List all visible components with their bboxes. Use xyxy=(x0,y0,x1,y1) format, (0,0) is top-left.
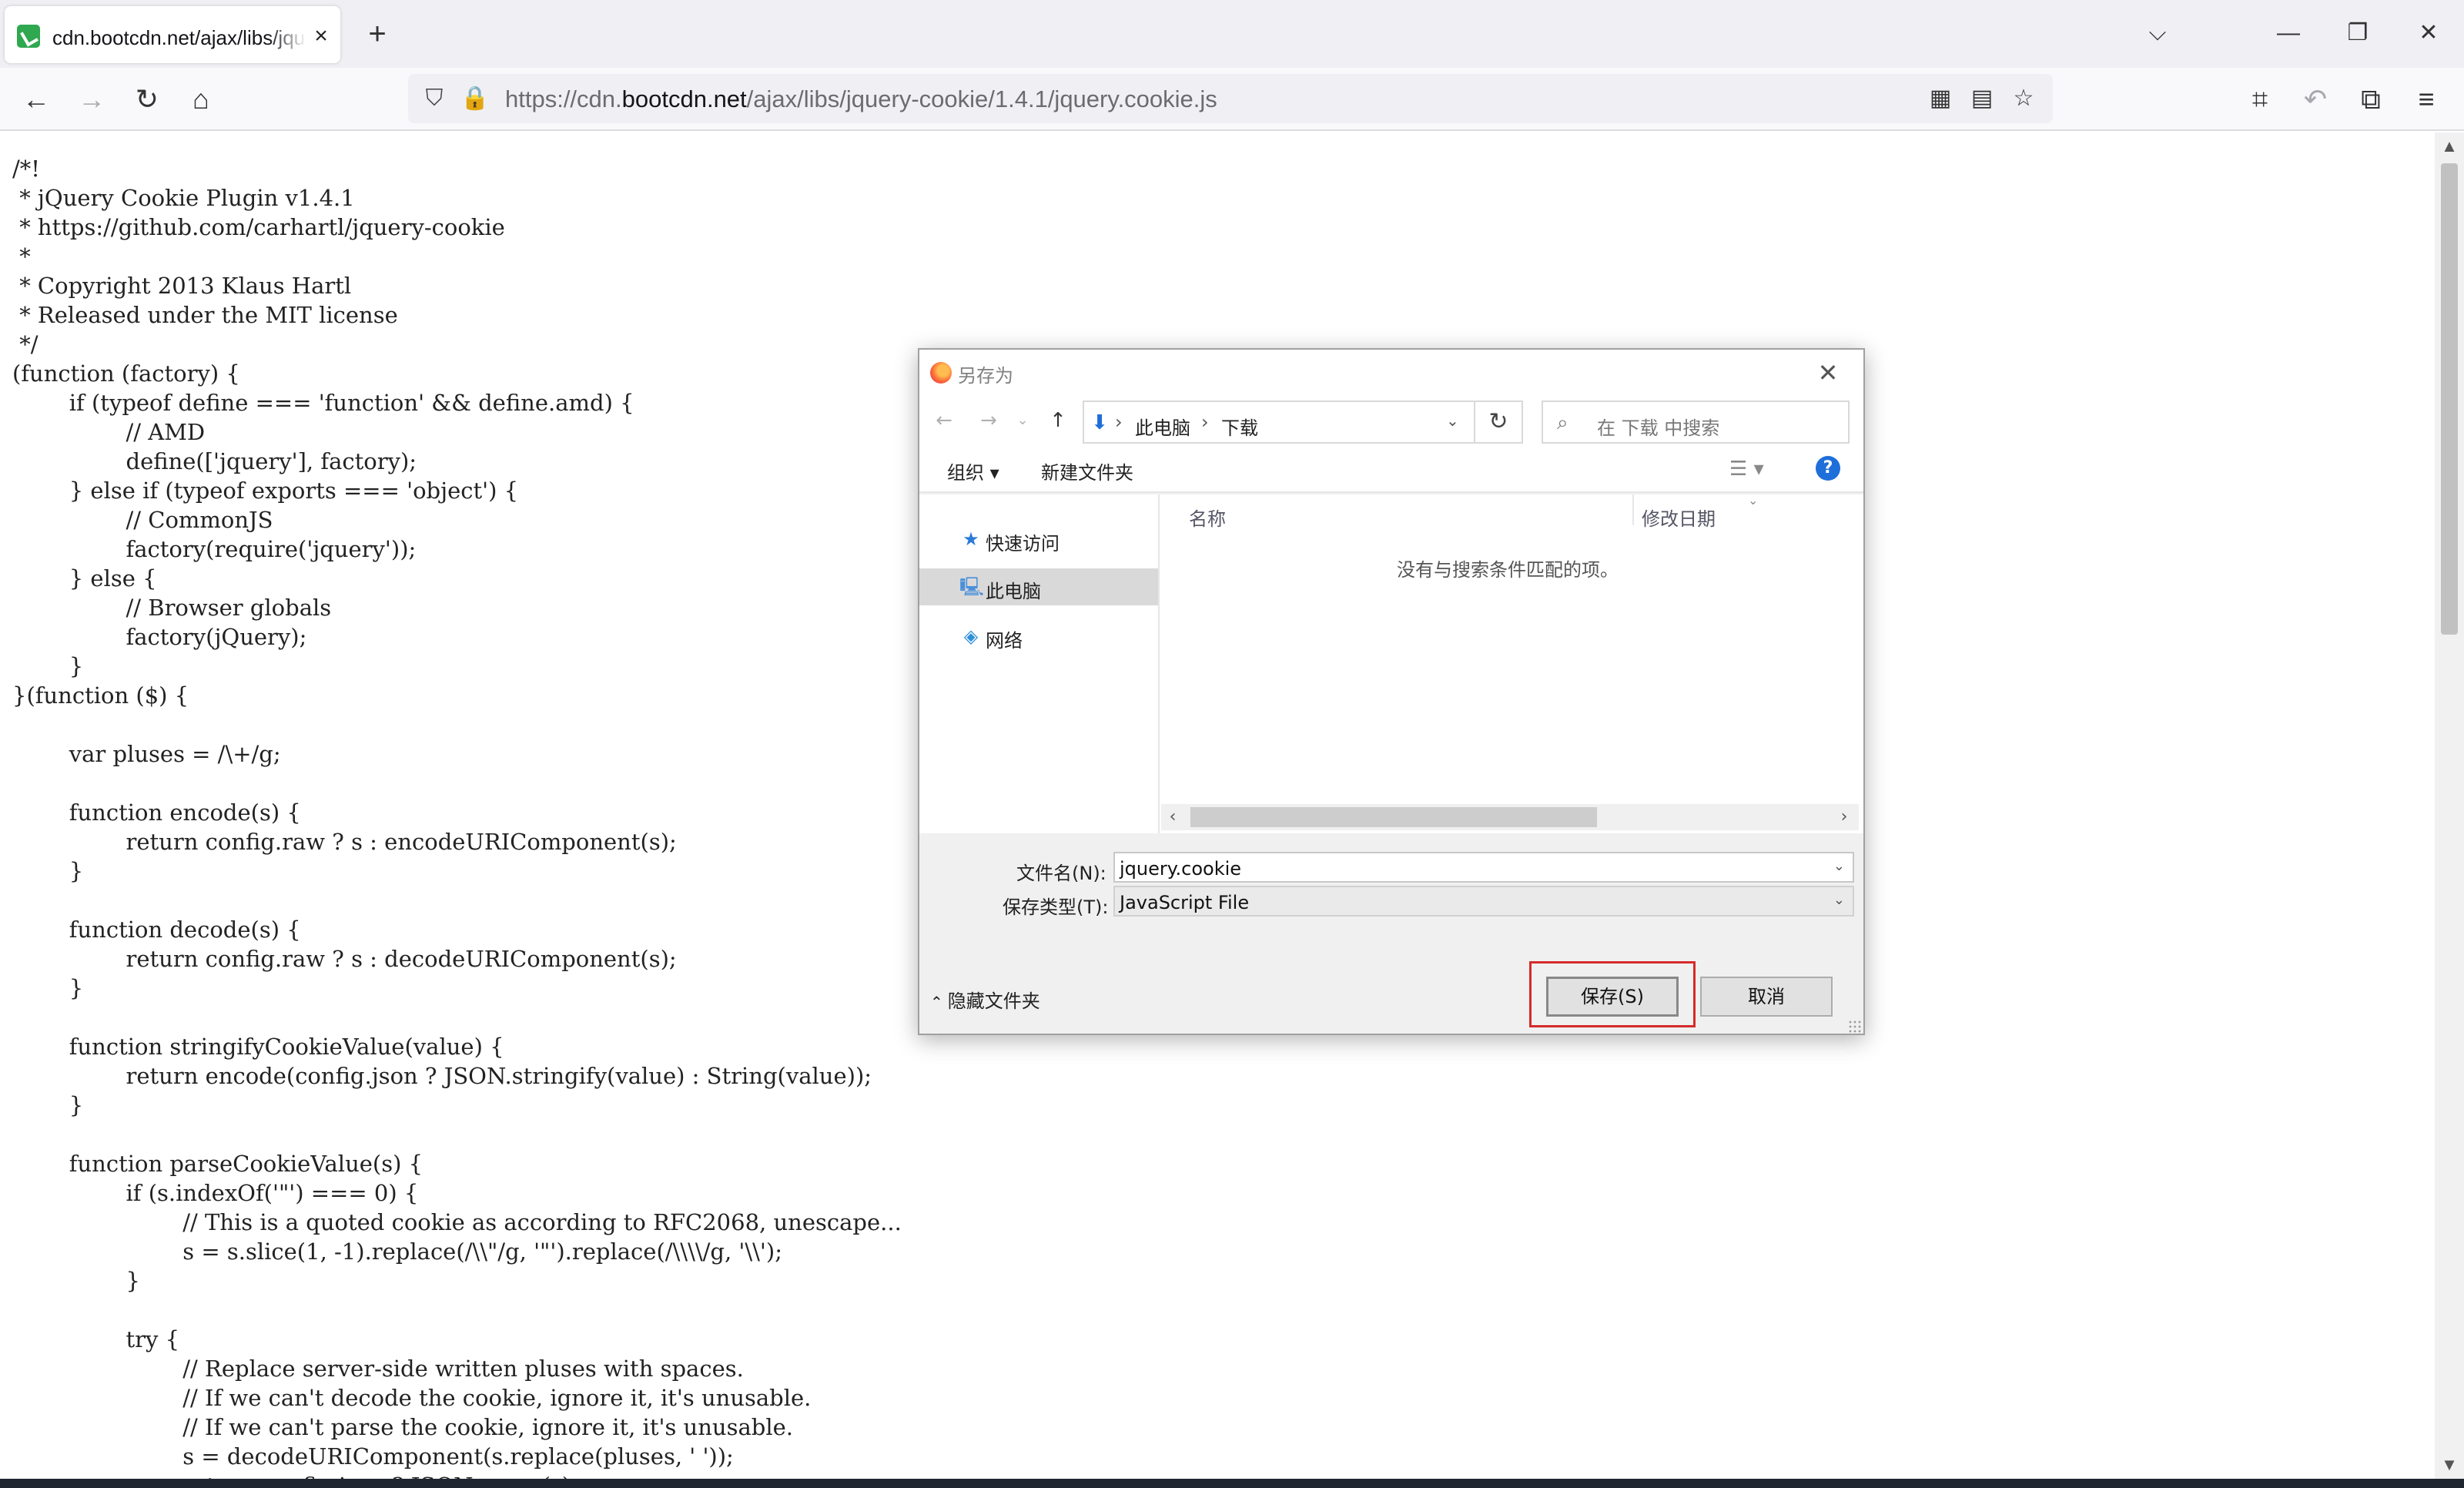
dialog-navigation: ← → ⌄ ↑ ⬇ › 此电脑 › 下载 ⌄ ↻ ⌕ 在 下载 中搜索 xyxy=(919,396,1863,447)
nav-item-this-pc[interactable]: 🖳 此电脑 xyxy=(919,568,1158,605)
collapse-caret-icon: ⌃ xyxy=(930,993,943,1011)
downloads-location-icon: ⬇ xyxy=(1091,411,1108,434)
navigation-pane: ★ 快速访问 🖳 此电脑 ◈ 网络 xyxy=(919,494,1160,833)
empty-message: 没有与搜索条件匹配的项。 xyxy=(1397,559,1619,581)
new-folder-button[interactable]: 新建文件夹 xyxy=(1041,457,1133,484)
horizontal-scrollbar[interactable]: ‹ › xyxy=(1161,804,1859,830)
help-icon[interactable]: ? xyxy=(1816,456,1840,481)
scroll-down-icon[interactable]: ▼ xyxy=(2435,1451,2464,1479)
breadcrumb-separator[interactable]: › xyxy=(1201,411,1209,433)
minimize-icon[interactable]: — xyxy=(2265,14,2312,52)
site-favicon-icon xyxy=(17,25,40,48)
filename-dropdown-icon[interactable]: ⌄ xyxy=(1833,858,1845,874)
filename-row: 文件名(N): jquery.cookie ⌄ xyxy=(919,852,1863,886)
dialog-refresh-icon[interactable]: ↻ xyxy=(1475,400,1523,444)
dialog-search-input[interactable]: ⌕ 在 下载 中搜索 xyxy=(1542,400,1850,444)
extensions-icon[interactable]: ⧉ xyxy=(2353,82,2389,117)
scroll-right-icon[interactable]: › xyxy=(1833,804,1856,830)
recent-locations-icon[interactable]: ⌄ xyxy=(1009,407,1036,434)
filename-input[interactable]: jquery.cookie ⌄ xyxy=(1113,852,1854,883)
breadcrumb-this-pc[interactable]: 此电脑 xyxy=(1135,413,1190,440)
file-list: 名称 修改日期 ⌄ 没有与搜索条件匹配的项。 ‹ › xyxy=(1161,493,1863,833)
restore-icon[interactable]: ❐ xyxy=(2335,14,2381,52)
lock-icon[interactable]: 🔒 xyxy=(460,85,489,112)
nav-item-label: 快速访问 xyxy=(986,533,1060,555)
save-as-dialog: 另存为 ✕ ← → ⌄ ↑ ⬇ › 此电脑 › 下载 ⌄ ↻ ⌕ 在 下载 中搜… xyxy=(918,348,1865,1035)
column-divider[interactable] xyxy=(1632,494,1634,525)
bookmark-star-icon[interactable]: ☆ xyxy=(2010,85,2037,112)
nav-item-quick-access[interactable]: ★ 快速访问 xyxy=(919,521,1158,558)
undo-icon[interactable]: ↶ xyxy=(2298,82,2333,117)
dialog-toolbar: 组织 ▾ 新建文件夹 ☰ ▾ ? xyxy=(919,447,1863,493)
tab-close-icon[interactable]: × xyxy=(310,25,333,48)
filetype-row: 保存类型(T): JavaScript File ⌄ xyxy=(919,886,1863,920)
hide-folders-label: 隐藏文件夹 xyxy=(947,990,1040,1012)
home-icon[interactable]: ⌂ xyxy=(183,82,219,117)
url-text[interactable]: https://cdn.bootcdn.net/ajax/libs/jquery… xyxy=(505,85,1217,113)
browser-tab[interactable]: cdn.bootcdn.net/ajax/libs/jquery-cookie/… xyxy=(5,6,340,63)
horizontal-scroll-thumb[interactable] xyxy=(1190,807,1597,827)
vertical-scrollbar[interactable]: ▲ ▼ xyxy=(2435,132,2464,1479)
search-placeholder: 在 下载 中搜索 xyxy=(1597,417,1720,439)
qr-code-icon[interactable]: ▦ xyxy=(1927,85,1954,112)
nav-item-label: 网络 xyxy=(986,630,1023,652)
search-icon: ⌕ xyxy=(1557,411,1568,434)
tab-title: cdn.bootcdn.net/ajax/libs/jquery-cookie/… xyxy=(52,26,306,49)
view-options-icon[interactable]: ☰ ▾ xyxy=(1729,457,1764,481)
tracking-protection-icon[interactable]: ⛉ xyxy=(420,85,448,112)
breadcrumb-downloads[interactable]: 下载 xyxy=(1221,413,1258,440)
url-bar[interactable]: ⛉ 🔒 https://cdn.bootcdn.net/ajax/libs/jq… xyxy=(408,74,2053,123)
firefox-icon xyxy=(930,362,952,384)
dialog-body: ★ 快速访问 🖳 此电脑 ◈ 网络 名称 修改日期 ⌄ 没有与搜索条件匹配的项。… xyxy=(919,493,1863,833)
dialog-forward-icon[interactable]: → xyxy=(975,407,1003,434)
screenshot-icon[interactable]: ⌗ xyxy=(2242,82,2278,117)
sort-indicator-icon: ⌄ xyxy=(1748,493,1759,508)
resize-grip[interactable] xyxy=(1848,1020,1862,1034)
reload-icon[interactable]: ↻ xyxy=(129,82,165,117)
computer-icon: 🖳 xyxy=(959,576,985,598)
cancel-button[interactable]: 取消 xyxy=(1700,977,1833,1017)
nav-item-network[interactable]: ◈ 网络 xyxy=(919,618,1158,655)
url-prefix: https://cdn. xyxy=(505,85,622,112)
new-tab-icon[interactable]: + xyxy=(360,17,394,51)
scrollbar-thumb[interactable] xyxy=(2441,163,2458,635)
filetype-select[interactable]: JavaScript File ⌄ xyxy=(1113,886,1854,917)
filename-label: 文件名(N): xyxy=(1016,863,1106,884)
organize-button[interactable]: 组织 ▾ xyxy=(947,457,999,484)
dialog-close-icon[interactable]: ✕ xyxy=(1813,357,1843,388)
dialog-back-icon[interactable]: ← xyxy=(930,407,958,434)
filetype-value: JavaScript File xyxy=(1120,892,1250,913)
nav-item-label: 此电脑 xyxy=(986,581,1041,602)
column-header-name[interactable]: 名称 xyxy=(1189,504,1226,531)
breadcrumb-separator: › xyxy=(1115,411,1123,433)
network-icon: ◈ xyxy=(963,625,979,647)
app-menu-icon[interactable]: ≡ xyxy=(2409,82,2444,117)
window-close-icon[interactable]: ✕ xyxy=(2405,14,2452,52)
source-code: /*! * jQuery Cookie Plugin v1.4.1 * http… xyxy=(12,156,902,1479)
dialog-title-bar: 另存为 ✕ xyxy=(919,350,1863,396)
scroll-left-icon[interactable]: ‹ xyxy=(1161,804,1184,830)
save-button[interactable]: 保存(S) xyxy=(1546,977,1679,1017)
filename-value: jquery.cookie xyxy=(1120,858,1242,880)
filetype-dropdown-icon: ⌄ xyxy=(1833,892,1845,908)
tab-strip: cdn.bootcdn.net/ajax/libs/jquery-cookie/… xyxy=(0,0,2464,68)
address-bar[interactable]: ⬇ › 此电脑 › 下载 ⌄ xyxy=(1083,400,1475,444)
forward-icon[interactable]: → xyxy=(74,82,109,117)
scroll-up-icon[interactable]: ▲ xyxy=(2435,132,2464,160)
filetype-label: 保存类型(T): xyxy=(1003,896,1109,918)
navigation-bar: ← → ↻ ⌂ ⛉ 🔒 https://cdn.bootcdn.net/ajax… xyxy=(0,68,2464,131)
quick-access-star-icon: ★ xyxy=(962,528,979,550)
hide-folders-toggle[interactable]: ⌃ 隐藏文件夹 xyxy=(930,986,1040,1013)
url-host: bootcdn.net xyxy=(621,85,747,112)
up-folder-icon[interactable]: ↑ xyxy=(1044,407,1072,434)
list-all-tabs-icon[interactable]: ⌵ xyxy=(2134,14,2181,52)
column-header-modified[interactable]: 修改日期 xyxy=(1642,504,1716,531)
back-icon[interactable]: ← xyxy=(18,82,54,117)
address-dropdown-icon[interactable]: ⌄ xyxy=(1446,411,1459,430)
dialog-title: 另存为 xyxy=(958,365,1013,387)
url-path: /ajax/libs/jquery-cookie/1.4.1/jquery.co… xyxy=(746,85,1217,112)
taskbar-edge xyxy=(0,1479,2464,1488)
reader-view-icon[interactable]: ▤ xyxy=(1968,85,1996,112)
